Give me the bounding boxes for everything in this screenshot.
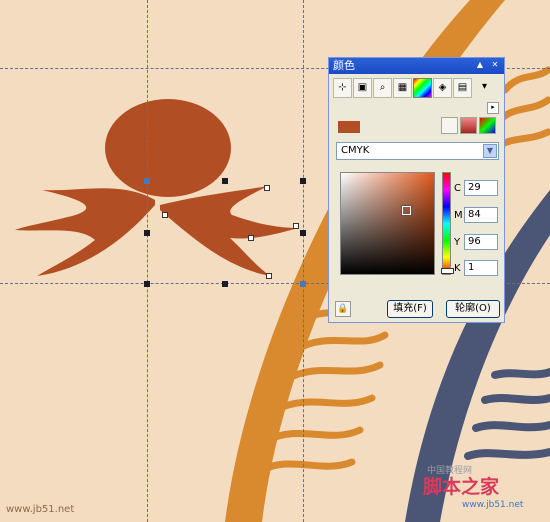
color-preview-icon[interactable] (460, 117, 477, 134)
hue-slider-handle[interactable] (441, 268, 454, 274)
selected-shape[interactable] (15, 99, 298, 276)
path-node[interactable] (248, 235, 254, 241)
selection-handle[interactable] (144, 178, 150, 184)
palette-toggle-icon[interactable] (479, 117, 496, 134)
selection-handle[interactable] (300, 230, 306, 236)
cmyk-label-k: K (454, 263, 461, 274)
color-model-select[interactable]: CMYK ▼ (336, 142, 499, 160)
lock-icon[interactable]: 🔒 (335, 301, 351, 317)
path-node[interactable] (293, 223, 299, 229)
color-docker: 颜色 ▲ ✕ ⊹ ▣ ⌕ ▦ ◈ ▤ ▾ ▸ CMYK ▼ C 29 M 84 … (328, 57, 505, 323)
swatches-icon[interactable]: ▤ (453, 78, 472, 98)
fill-button[interactable]: 填充(F) (387, 300, 433, 318)
cmyk-label-m: M (454, 210, 463, 221)
flyout-icon[interactable]: ▸ (487, 102, 499, 114)
docker-titlebar[interactable]: 颜色 ▲ ✕ (329, 58, 504, 74)
path-node[interactable] (266, 273, 272, 279)
cmyk-input-y[interactable]: 96 (464, 234, 498, 250)
watermark-left: www.jb51.net (6, 504, 75, 515)
blue-ribs[interactable] (464, 368, 550, 460)
grid-icon[interactable]: ▦ (393, 78, 412, 98)
hue-slider[interactable] (441, 172, 454, 275)
watermark-logo-text: 脚本之家 (423, 476, 500, 498)
path-node[interactable] (162, 212, 168, 218)
docker-title: 颜色 (333, 59, 355, 72)
cmyk-label-c: C (454, 183, 461, 194)
path-node[interactable] (264, 185, 270, 191)
selection-handle[interactable] (222, 281, 228, 287)
vertical-guide[interactable] (147, 0, 148, 522)
selection-handle[interactable] (300, 281, 306, 287)
picker-cursor[interactable] (402, 206, 411, 215)
cmyk-input-k[interactable]: 1 (464, 260, 498, 276)
color-palette-icon[interactable]: ▣ (353, 78, 372, 98)
cmyk-label-y: Y (454, 237, 461, 248)
chevron-down-icon[interactable]: ▼ (483, 144, 497, 158)
collapse-icon[interactable]: ▲ (474, 59, 486, 71)
docker-toolbar: ⊹ ▣ ⌕ ▦ ◈ ▤ ▾ (333, 78, 500, 100)
close-icon[interactable]: ✕ (489, 59, 501, 71)
color-viewer-icon[interactable] (413, 78, 432, 98)
color-picker-area[interactable] (340, 172, 435, 275)
eyedropper-icon[interactable]: ⌕ (373, 78, 392, 98)
selection-handle[interactable] (222, 178, 228, 184)
watermark-url: www.jb51.net (462, 500, 524, 510)
mixer-icon[interactable]: ◈ (433, 78, 452, 98)
selection-handle[interactable] (300, 178, 306, 184)
current-color-swatch (338, 121, 360, 133)
selection-handle[interactable] (144, 230, 150, 236)
cmyk-input-m[interactable]: 84 (464, 207, 498, 223)
color-harmony-icon[interactable]: ⊹ (333, 78, 352, 98)
vertical-guide[interactable] (303, 0, 304, 522)
swap-colors-icon[interactable] (441, 117, 458, 134)
color-model-value: CMYK (341, 145, 370, 156)
selection-handle[interactable] (144, 281, 150, 287)
menu-arrow-icon[interactable]: ▾ (475, 78, 494, 98)
cmyk-input-c[interactable]: 29 (464, 180, 498, 196)
outline-button[interactable]: 轮廓(O) (446, 300, 500, 318)
